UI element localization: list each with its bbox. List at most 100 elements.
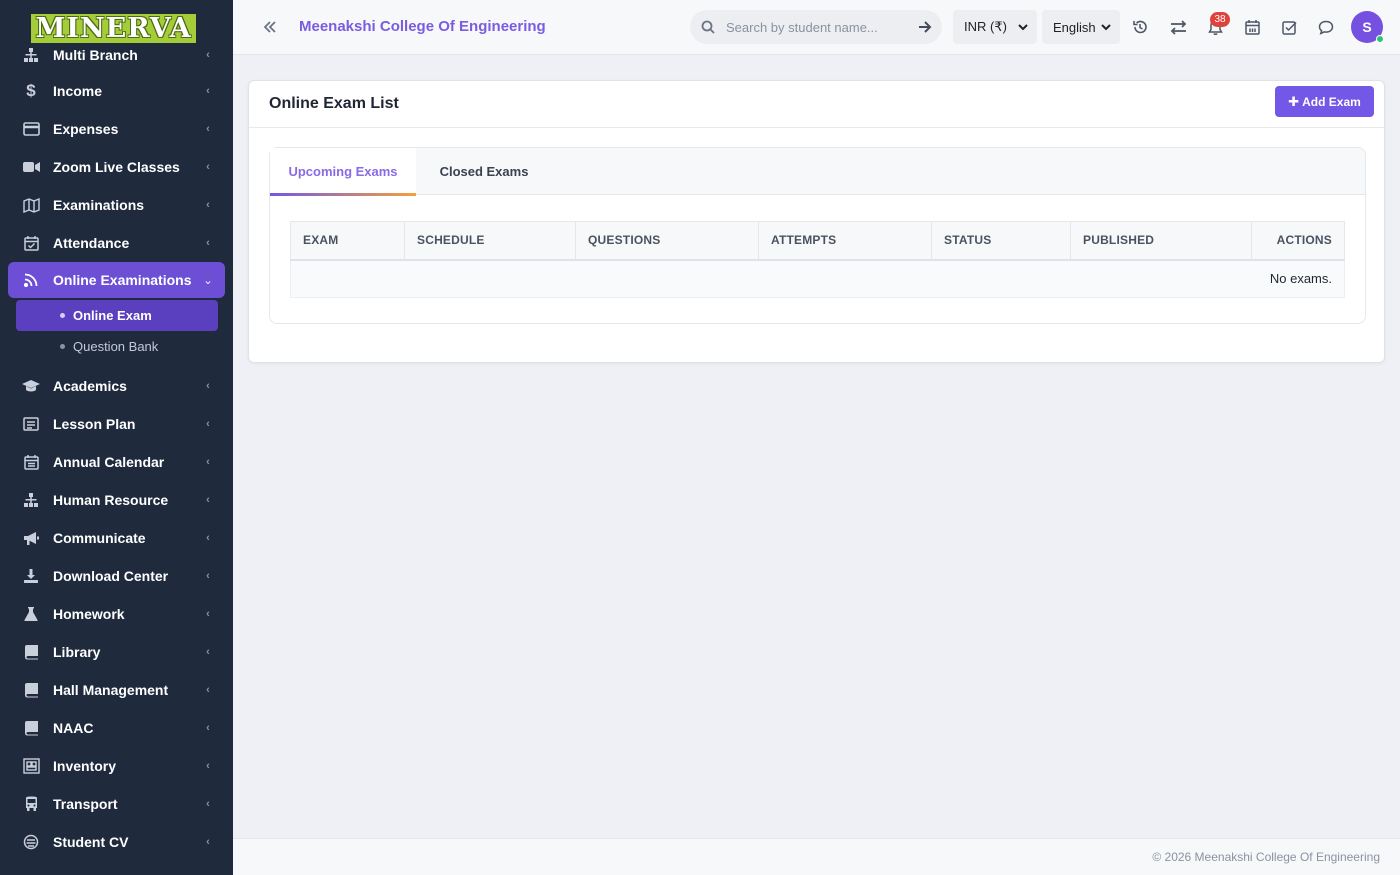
sidebar-item-annual-calendar[interactable]: Annual Calendar ‹ [0, 443, 233, 481]
column-header-exam[interactable]: EXAM [290, 221, 405, 261]
sidebar-item-attendance[interactable]: Attendance ‹ [0, 224, 233, 262]
chevron-left-icon: ‹ [206, 532, 210, 544]
sidebar-item-income[interactable]: $ Income ‹ [0, 72, 233, 110]
sidebar-item-library[interactable]: Library ‹ [0, 633, 233, 671]
submenu-item-label: Question Bank [73, 339, 159, 354]
student-search [690, 10, 942, 44]
sidebar-item-naac[interactable]: NAAC ‹ [0, 709, 233, 747]
chevron-down-icon [1100, 21, 1112, 33]
switch-icon[interactable] [1168, 17, 1188, 37]
rss-icon [22, 271, 40, 289]
sidebar-item-human-resource[interactable]: Human Resource ‹ [0, 481, 233, 519]
sidebar-item-label: Human Resource [53, 492, 169, 508]
currency-value: INR (₹) [964, 19, 1007, 34]
sidebar-item-label: NAAC [53, 720, 94, 736]
sidebar-item-examinations[interactable]: Examinations ‹ [0, 186, 233, 224]
chevron-left-icon: ‹ [206, 380, 210, 392]
sidebar-item-label: Income [53, 83, 103, 99]
sidebar-item-label: Multi Branch [53, 47, 138, 63]
submenu-item-question-bank[interactable]: Question Bank [16, 331, 218, 362]
top-header: Meenakshi College Of Engineering INR (₹)… [233, 0, 1400, 55]
chevron-left-icon: ‹ [206, 49, 210, 61]
table-header-row: EXAM SCHEDULE QUESTIONS ATTEMPTS STATUS … [290, 221, 1345, 261]
calendar-icon[interactable] [1242, 17, 1262, 37]
language-value: English [1053, 19, 1096, 35]
chevron-left-icon: ‹ [206, 199, 210, 211]
sidebar-item-label: Student CV [53, 834, 129, 850]
sidebar-item-label: Homework [53, 606, 125, 622]
sitemap-icon [22, 46, 40, 64]
arrow-right-icon[interactable] [918, 20, 932, 34]
sidebar: Multi Branch ‹ $ Income ‹ Expenses ‹ Zoo… [0, 0, 233, 875]
submenu-item-label: Online Exam [73, 308, 152, 323]
page-title: Online Exam List [269, 95, 399, 112]
column-header-schedule[interactable]: SCHEDULE [404, 221, 576, 261]
sidebar-item-homework[interactable]: Homework ‹ [0, 595, 233, 633]
sidebar-item-lesson-plan[interactable]: Lesson Plan ‹ [0, 405, 233, 443]
page-footer: © 2026 Meenakshi College Of Engineering [233, 838, 1400, 875]
sidebar-item-zoom-live-classes[interactable]: Zoom Live Classes ‹ [0, 148, 233, 186]
logo-area: MINERVA [0, 0, 233, 43]
footer-copyright: © 2026 Meenakshi College Of Engineering [1152, 850, 1380, 864]
sidebar-item-label: Communicate [53, 530, 146, 546]
add-exam-label: Add Exam [1302, 94, 1361, 109]
chevron-left-icon: ‹ [206, 760, 210, 772]
add-exam-button[interactable]: ✚ Add Exam [1275, 86, 1374, 117]
collapse-sidebar-icon[interactable] [260, 17, 280, 37]
sidebar-item-online-examinations[interactable]: Online Examinations ⌄ [8, 262, 225, 298]
notification-badge: 38 [1210, 12, 1230, 27]
list-icon [22, 415, 40, 433]
calendar-check-icon [22, 234, 40, 252]
empty-state-message: No exams. [290, 259, 1345, 298]
sidebar-item-hall-management[interactable]: Hall Management ‹ [0, 671, 233, 709]
sidebar-item-label: Examinations [53, 197, 145, 213]
chat-icon[interactable] [1316, 17, 1336, 37]
currency-select[interactable]: INR (₹) [953, 10, 1037, 44]
sidebar-item-label: Attendance [53, 235, 130, 251]
tab-closed-exams[interactable]: Closed Exams [420, 148, 548, 195]
history-icon[interactable] [1130, 17, 1150, 37]
online-status-dot [1376, 35, 1384, 43]
sidebar-item-inventory[interactable]: Inventory ‹ [0, 747, 233, 785]
org-chart-icon [22, 491, 40, 509]
sidebar-item-download-center[interactable]: Download Center ‹ [0, 557, 233, 595]
sidebar-item-label: Annual Calendar [53, 454, 165, 470]
calendar-icon [22, 453, 40, 471]
sidebar-item-label: Download Center [53, 568, 169, 584]
task-check-icon[interactable] [1279, 17, 1299, 37]
column-header-questions[interactable]: QUESTIONS [575, 221, 759, 261]
sidebar-item-student-cv[interactable]: Student CV ‹ [0, 823, 233, 861]
flask-icon [22, 605, 40, 623]
sidebar-item-label: Zoom Live Classes [53, 159, 180, 175]
credit-card-icon [22, 120, 40, 138]
column-header-attempts[interactable]: ATTEMPTS [758, 221, 932, 261]
college-name[interactable]: Meenakshi College Of Engineering [299, 18, 546, 35]
online-exam-card: Online Exam List ✚ Add Exam Upcoming Exa… [248, 80, 1385, 363]
language-select[interactable]: English [1042, 10, 1120, 44]
tab-bar: Upcoming Exams Closed Exams [270, 148, 1365, 196]
bullet-dot-icon [60, 313, 65, 318]
sidebar-item-academics[interactable]: Academics ‹ [0, 367, 233, 405]
tab-upcoming-exams[interactable]: Upcoming Exams [270, 148, 416, 196]
sidebar-item-communicate[interactable]: Communicate ‹ [0, 519, 233, 557]
dollar-icon: $ [26, 81, 36, 100]
sidebar-item-label: Expenses [53, 121, 119, 137]
sidebar-item-label: Lesson Plan [53, 416, 136, 432]
chevron-left-icon: ‹ [206, 494, 210, 506]
sidebar-item-expenses[interactable]: Expenses ‹ [0, 110, 233, 148]
chevron-left-icon: ‹ [206, 798, 210, 810]
sidebar-nav: Multi Branch ‹ $ Income ‹ Expenses ‹ Zoo… [0, 38, 233, 861]
submenu-item-online-exam[interactable]: Online Exam [16, 300, 218, 331]
inventory-icon [22, 757, 40, 775]
brand-logo[interactable]: MINERVA [31, 14, 196, 43]
chevron-left-icon: ‹ [206, 646, 210, 658]
tab-label: Closed Exams [439, 164, 529, 179]
online-exam-submenu: Online Exam Question Bank [0, 298, 233, 366]
search-input[interactable] [726, 18, 906, 36]
column-header-published[interactable]: PUBLISHED [1070, 221, 1252, 261]
sidebar-item-transport[interactable]: Transport ‹ [0, 785, 233, 823]
chevron-left-icon: ‹ [206, 608, 210, 620]
divider [249, 127, 1384, 128]
map-icon [22, 196, 40, 214]
column-header-status[interactable]: STATUS [931, 221, 1071, 261]
